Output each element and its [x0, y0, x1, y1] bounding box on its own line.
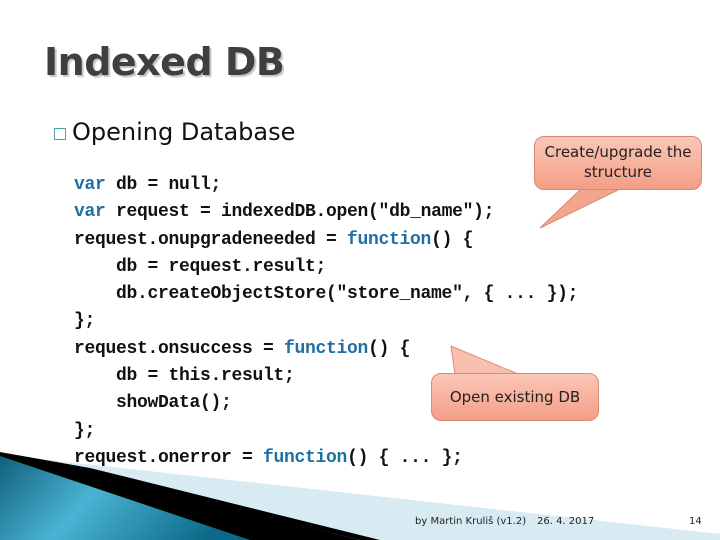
code-line: var db = null;	[74, 172, 578, 199]
callout-open-existing: Open existing DB	[431, 373, 599, 421]
code-keyword: function	[347, 229, 432, 250]
code-line: request.onerror = function() { ... };	[74, 445, 578, 472]
code-line: };	[74, 308, 578, 335]
code-line: };	[74, 418, 578, 445]
code-keyword: var	[74, 175, 106, 195]
code-text: };	[74, 311, 96, 332]
code-text: db = this.result;	[74, 366, 295, 387]
code-keyword: function	[263, 447, 348, 468]
code-keyword: var	[74, 202, 106, 223]
code-text: () {	[431, 229, 474, 250]
code-text: request.onupgradeneeded =	[74, 229, 348, 250]
bullet-item: Opening Database	[54, 118, 295, 146]
footer-page-number: 14	[689, 516, 702, 527]
code-line: db = request.result;	[74, 254, 578, 281]
code-block: var db = null; var request = indexedDB.op…	[74, 172, 578, 472]
callout-create-upgrade: Create/upgrade the structure	[534, 136, 702, 190]
code-text: showData();	[74, 393, 232, 414]
code-text: db = request.result;	[74, 256, 327, 277]
code-text: db.createObjectStore("store_name", { ...…	[74, 284, 579, 305]
code-keyword: function	[284, 338, 369, 359]
bullet-text: Opening Database	[72, 118, 296, 146]
code-text: () { ... };	[347, 447, 463, 468]
code-text: request.onerror =	[74, 447, 264, 468]
code-text: db = null;	[105, 175, 222, 195]
slide-title: Indexed DB	[44, 40, 285, 84]
footer-date: 26. 4. 2017	[537, 516, 595, 527]
code-line: request.onupgradeneeded = function() {	[74, 227, 578, 254]
code-line: request.onsuccess = function() {	[74, 336, 578, 363]
code-text: request.onsuccess =	[74, 338, 285, 359]
code-line: db.createObjectStore("store_name", { ...…	[74, 281, 578, 308]
code-text: };	[74, 420, 96, 441]
code-text: () {	[368, 338, 411, 359]
footer-author: by Martin Kruliš (v1.2)	[415, 516, 527, 527]
square-bullet-icon	[54, 128, 66, 140]
code-text: request = indexedDB.open("db_name");	[105, 202, 495, 223]
code-line: var request = indexedDB.open("db_name");	[74, 199, 578, 226]
